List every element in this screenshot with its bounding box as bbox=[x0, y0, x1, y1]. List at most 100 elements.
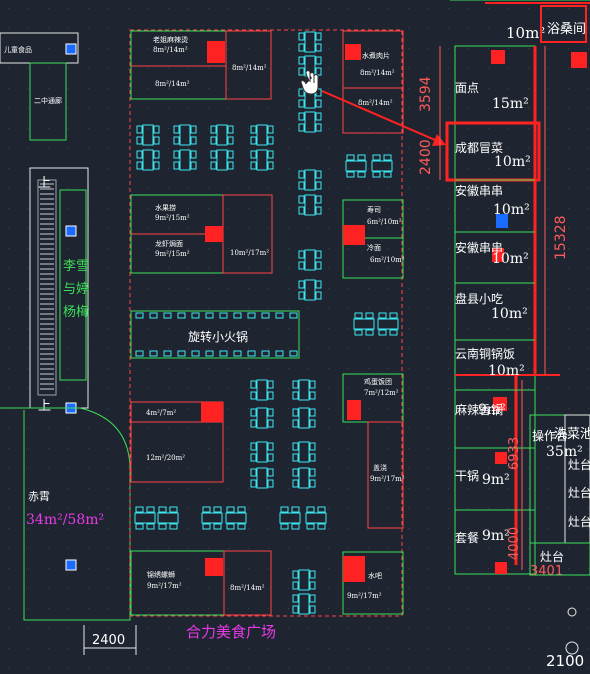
grid-dot bbox=[548, 68, 549, 69]
grid-dot bbox=[388, 668, 389, 669]
grid-dot bbox=[548, 348, 549, 349]
grid-dot bbox=[528, 608, 529, 609]
grid-dot bbox=[148, 168, 149, 169]
table-group bbox=[173, 124, 197, 146]
grid-dot bbox=[588, 548, 589, 549]
grid-dot bbox=[508, 648, 509, 649]
grid-dot bbox=[408, 188, 409, 189]
grid-dot bbox=[588, 368, 589, 369]
grid-dot bbox=[468, 588, 469, 589]
top-room-dim: 10m² bbox=[506, 24, 545, 42]
grid-dot bbox=[508, 588, 509, 589]
grid-dot bbox=[388, 188, 389, 189]
grid-dot bbox=[328, 248, 329, 249]
grid-dot bbox=[328, 348, 329, 349]
grid-dot bbox=[348, 668, 349, 669]
grid-dot bbox=[348, 8, 349, 9]
grid-dot bbox=[388, 148, 389, 149]
grid-dot bbox=[408, 568, 409, 569]
left-stall-4: 锦绣螺蛳 9m²/17m² 8m²/14m² bbox=[130, 550, 272, 616]
hotpot-seat bbox=[135, 312, 144, 319]
grid-dot bbox=[168, 108, 169, 109]
grid-dot bbox=[128, 508, 129, 509]
grid-dot bbox=[28, 168, 29, 169]
grid-dot bbox=[268, 108, 269, 109]
grid-dot bbox=[148, 488, 149, 489]
grid-dot bbox=[68, 348, 69, 349]
grid-dot bbox=[448, 548, 449, 549]
table-group bbox=[353, 312, 375, 336]
grid-dot bbox=[188, 648, 189, 649]
grid-dot bbox=[48, 148, 49, 149]
top-left-shop: 儿童食品 bbox=[0, 32, 79, 64]
grid-dot bbox=[448, 288, 449, 289]
grid-dot bbox=[288, 28, 289, 29]
grid-dot bbox=[428, 668, 429, 669]
grid-dot bbox=[388, 48, 389, 49]
grid-dot bbox=[48, 48, 49, 49]
grid-dot bbox=[368, 348, 369, 349]
grid-dot bbox=[428, 348, 429, 349]
hotpot-seat bbox=[289, 350, 298, 357]
grid-dot bbox=[48, 88, 49, 89]
grid-dot bbox=[28, 288, 29, 289]
grid-dot bbox=[528, 8, 529, 9]
left-stall-9-area: 9m²/17m² bbox=[147, 582, 182, 590]
grid-dot bbox=[408, 548, 409, 549]
right-stall-3-area: 10m² bbox=[493, 202, 530, 218]
grid-dot bbox=[288, 448, 289, 449]
grid-dot bbox=[28, 488, 29, 489]
marker-square bbox=[65, 225, 77, 237]
grid-dot bbox=[488, 388, 489, 389]
grid-dot bbox=[148, 468, 149, 469]
grid-dot bbox=[448, 308, 449, 309]
grid-dot bbox=[168, 288, 169, 289]
dim-2400-bottom: 2400 bbox=[92, 633, 125, 648]
grid-dot bbox=[348, 608, 349, 609]
grid-dot bbox=[228, 568, 229, 569]
grid-dot bbox=[468, 488, 469, 489]
grid-dot bbox=[28, 8, 29, 9]
right-stall-5-name: 盘县小吃 bbox=[455, 291, 503, 306]
grid-dot bbox=[28, 268, 29, 269]
grid-dot bbox=[308, 668, 309, 669]
grid-dot bbox=[328, 648, 329, 649]
grid-dot bbox=[188, 408, 189, 409]
grid-dot bbox=[568, 68, 569, 69]
grid-dot bbox=[28, 348, 29, 349]
grid-dot bbox=[268, 68, 269, 69]
grid-dot bbox=[208, 448, 209, 449]
grid-dot bbox=[388, 488, 389, 489]
grid-dot bbox=[168, 468, 169, 469]
mid-stall-3-area: 6m²/10m² bbox=[367, 218, 402, 226]
grid-dot bbox=[588, 288, 589, 289]
grid-dot bbox=[408, 228, 409, 229]
right-stall-7-area: 9m² bbox=[478, 402, 506, 418]
grid-dot bbox=[268, 588, 269, 589]
grid-dot bbox=[548, 588, 549, 589]
grid-dot bbox=[488, 208, 489, 209]
grid-dot bbox=[448, 188, 449, 189]
grid-dot bbox=[268, 328, 269, 329]
grid-dot bbox=[208, 248, 209, 249]
grid-dot bbox=[348, 628, 349, 629]
grid-dot bbox=[108, 288, 109, 289]
grid-dot bbox=[168, 168, 169, 169]
grid-dot bbox=[348, 28, 349, 29]
grid-dot bbox=[528, 228, 529, 229]
right-stall-8-area: 9m² bbox=[482, 472, 510, 488]
grid-dot bbox=[48, 628, 49, 629]
grid-dot bbox=[188, 428, 189, 429]
grid-dot bbox=[428, 308, 429, 309]
grid-dot bbox=[328, 408, 329, 409]
grid-dot bbox=[148, 28, 149, 29]
grid-dot bbox=[428, 368, 429, 369]
grid-dot bbox=[28, 308, 29, 309]
grid-dot bbox=[168, 348, 169, 349]
grid-dot bbox=[328, 68, 329, 69]
grid-dot bbox=[568, 508, 569, 509]
grid-dot bbox=[288, 368, 289, 369]
grid-dot bbox=[408, 588, 409, 589]
grid-dot bbox=[588, 308, 589, 309]
grid-dot bbox=[388, 248, 389, 249]
